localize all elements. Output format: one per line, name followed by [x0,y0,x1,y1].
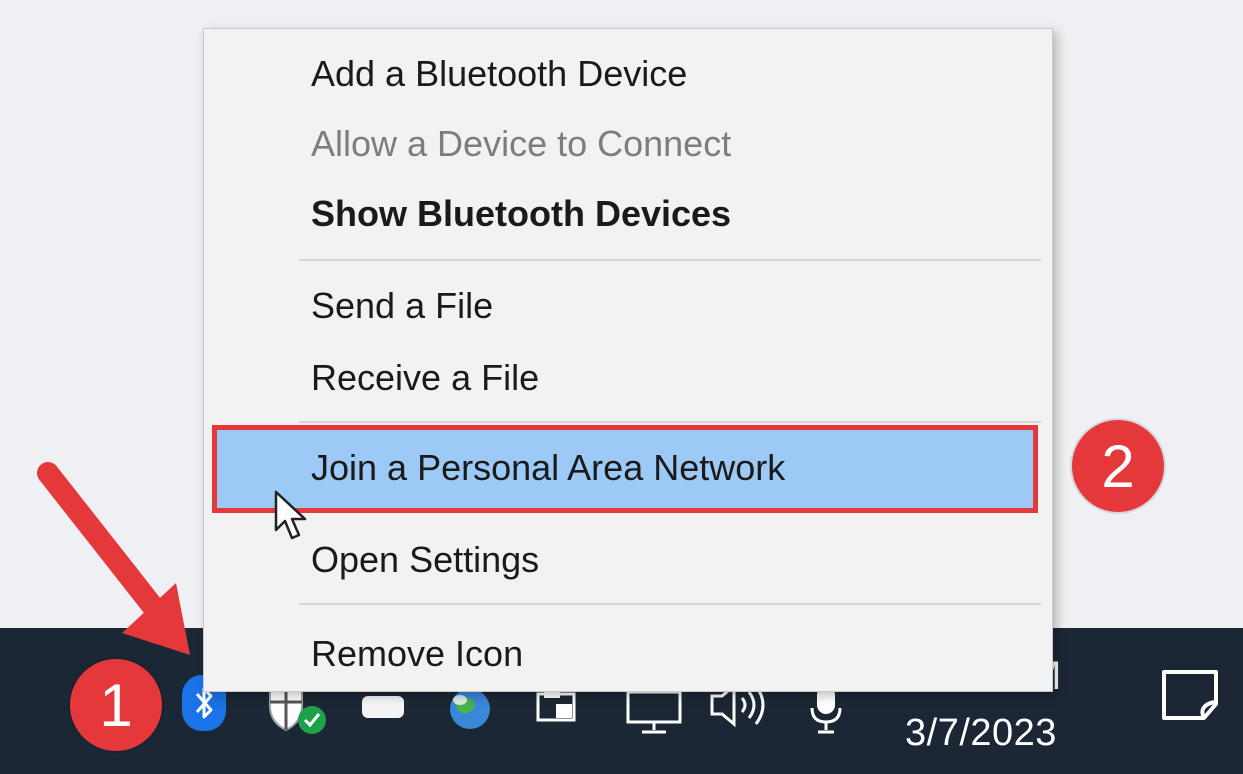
menu-item-label: Open Settings [311,539,540,580]
onedrive-cloud-icon[interactable] [360,692,406,722]
menu-item-join-personal-area-network[interactable]: Join a Personal Area Network [212,425,1038,513]
menu-separator [299,603,1041,605]
menu-item-show-bluetooth-devices[interactable]: Show Bluetooth Devices [204,179,1052,249]
annotation-badge-2: 2 [1072,420,1164,512]
menu-item-allow-device-to-connect: Allow a Device to Connect [204,109,1052,179]
menu-separator [299,259,1041,261]
menu-item-label: Allow a Device to Connect [311,123,732,164]
annotation-badge-1: 1 [70,659,162,751]
mouse-cursor-icon [272,490,312,551]
menu-item-label: Join a Personal Area Network [311,447,786,488]
menu-item-remove-icon[interactable]: Remove Icon [204,619,1052,689]
menu-item-open-settings[interactable]: Open Settings [204,525,1052,595]
bluetooth-context-menu: Add a Bluetooth Device Allow a Device to… [203,28,1053,692]
menu-item-label: Receive a File [311,357,540,398]
notification-center-icon[interactable] [1158,666,1222,731]
menu-item-label: Remove Icon [311,633,524,674]
menu-item-receive-file[interactable]: Receive a File [204,343,1052,413]
clock-date[interactable]: 3/7/2023 [905,712,1057,755]
menu-item-send-file[interactable]: Send a File [204,271,1052,341]
menu-item-add-bluetooth-device[interactable]: Add a Bluetooth Device [204,39,1052,109]
menu-item-label: Send a File [311,285,494,326]
annotation-arrow-icon [30,455,230,680]
menu-separator [299,421,1041,423]
menu-item-label: Show Bluetooth Devices [311,193,732,234]
menu-item-label: Add a Bluetooth Device [311,53,688,94]
